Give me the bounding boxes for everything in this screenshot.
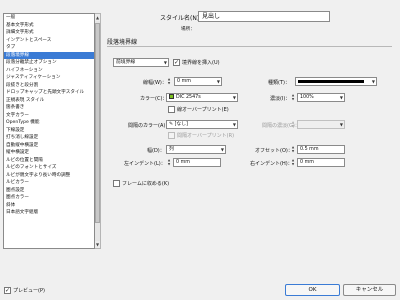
sidebar-item[interactable]: タブ: [4, 44, 94, 52]
ok-button[interactable]: OK: [285, 284, 340, 296]
gap-color-dropdown[interactable]: ✎ [なし] ▼: [166, 120, 238, 129]
offset-label: オフセット(O)：: [255, 148, 293, 154]
color-label: カラー(C)：: [140, 96, 168, 102]
sidebar-item[interactable]: ルビが親文字より長い時の調整: [4, 172, 94, 180]
sidebar-item[interactable]: 日本語文字組版: [4, 209, 94, 217]
sidebar-item[interactable]: ルビカラー: [4, 179, 94, 187]
width-value: 列: [169, 147, 174, 152]
type-dropdown[interactable]: ▼: [295, 77, 377, 86]
left-indent-label: 左インデント(L)：: [124, 161, 166, 167]
sidebar-item[interactable]: 段落分離禁止オプション: [4, 59, 94, 67]
tint-label: 濃淡(I)：: [270, 96, 291, 102]
sidebar-item[interactable]: 下線設定: [4, 127, 94, 135]
tint-value: 100%: [300, 95, 314, 100]
gap-tint-stepper-icon[interactable]: ▲ ▼: [290, 120, 296, 129]
sidebar-item[interactable]: 正規表現 スタイル: [4, 97, 94, 105]
sidebar-item[interactable]: 箇条書き: [4, 104, 94, 112]
tint-stepper-icon[interactable]: ▲ ▼: [290, 93, 296, 102]
gap-tint-dropdown[interactable]: ▼: [297, 120, 345, 129]
right-indent-value: 0 mm: [300, 160, 314, 165]
sidebar-item[interactable]: 詳細文字形式: [4, 29, 94, 37]
chevron-down-icon: ▼: [163, 60, 167, 65]
chevron-down-icon: ▼: [216, 79, 220, 84]
tint-dropdown[interactable]: 100% ▼: [297, 93, 345, 102]
color-dropdown[interactable]: DIC 2547s ▼: [166, 93, 238, 102]
weight-stepper-icon[interactable]: ▲ ▼: [166, 77, 172, 86]
cancel-button[interactable]: キャンセル: [343, 284, 396, 296]
offset-stepper-icon[interactable]: ▲ ▼: [290, 145, 296, 154]
fit-frame-label: フレームに収める(K): [122, 181, 170, 187]
right-indent-field[interactable]: 0 mm: [297, 158, 345, 167]
left-indent-field[interactable]: 0 mm: [173, 158, 221, 167]
sidebar-item[interactable]: OpenType 機能: [4, 119, 94, 127]
weight-dropdown[interactable]: 0 mm ▼: [174, 77, 222, 86]
sidebar-item[interactable]: 段落境界線: [4, 51, 94, 59]
chevron-down-icon: ▼: [339, 95, 343, 100]
sidebar-item[interactable]: ドロップキャップと先頭文字スタイル: [4, 89, 94, 97]
gap-overprint-checkbox[interactable]: [168, 132, 175, 139]
offset-value: 0.5 mm: [300, 147, 319, 152]
sidebar-item[interactable]: 一般: [4, 14, 94, 22]
width-dropdown[interactable]: 列 ▼: [166, 145, 226, 154]
category-list[interactable]: 一般 基本文字形式 詳細文字形式 インデントとスペース タブ 段落境界線 段落分離禁止オプシ…: [3, 13, 95, 249]
gap-overprint-label: 間隔オーバープリント(R): [177, 133, 235, 139]
left-indent-stepper-icon[interactable]: ▲ ▼: [166, 158, 172, 167]
chevron-down-icon: ▼: [232, 122, 236, 127]
sidebar-item[interactable]: 自動縦中横設定: [4, 142, 94, 150]
sidebar-item[interactable]: ルビのフォントとサイズ: [4, 164, 94, 172]
width-label: 幅(D)：: [147, 148, 165, 154]
sidebar-item[interactable]: 基本文字形式: [4, 22, 94, 30]
style-name-field[interactable]: 見出し: [198, 11, 330, 22]
sidebar-item[interactable]: インデントとスペース: [4, 37, 94, 45]
color-swatch: [169, 94, 174, 99]
sidebar-item[interactable]: ルビの位置と間隔: [4, 157, 94, 165]
insert-rule-checkbox[interactable]: ✓: [173, 59, 180, 66]
weight-label: 線幅(W)：: [143, 80, 167, 86]
gap-color-label: 間隔のカラー(A)：: [128, 123, 171, 129]
scroll-thumb[interactable]: [95, 23, 100, 223]
category-scrollbar[interactable]: ▲ ▼: [95, 13, 101, 249]
chevron-down-icon: ▼: [220, 147, 224, 152]
preview-label: プレビュー(P): [13, 288, 45, 294]
scroll-down-arrow-icon[interactable]: ▼: [95, 241, 100, 248]
right-indent-stepper-icon[interactable]: ▲ ▼: [290, 158, 296, 167]
section-divider: [107, 46, 392, 47]
insert-rule-label: 境界線を挿入(U): [182, 60, 220, 66]
sidebar-item[interactable]: 斜体: [4, 202, 94, 210]
chevron-down-icon: ▼: [339, 122, 343, 127]
solid-line-sample: [298, 80, 364, 83]
sidebar-item[interactable]: 圏点設定: [4, 187, 94, 195]
chevron-down-icon: ▼: [232, 95, 236, 100]
chevron-down-icon: ▼: [371, 79, 375, 84]
section-title: 段落境界線: [107, 39, 138, 46]
sidebar-item[interactable]: 文字カラー: [4, 112, 94, 120]
weight-value: 0 mm: [177, 79, 191, 84]
right-indent-label: 右インデント(H)：: [250, 161, 293, 167]
sidebar-item[interactable]: ジャスティフィケーション: [4, 74, 94, 82]
rule-position-dropdown[interactable]: 前境界線 ▼: [113, 58, 169, 67]
color-value: DIC 2547s: [176, 95, 201, 100]
sidebar-item[interactable]: 縦中横設定: [4, 149, 94, 157]
sidebar-item[interactable]: 段抜きと段分割: [4, 82, 94, 90]
sidebar-item[interactable]: ハイフネーション: [4, 67, 94, 75]
left-indent-value: 0 mm: [176, 160, 190, 165]
location-label: 場所：: [181, 27, 195, 32]
rule-position-value: 前境界線: [116, 60, 136, 65]
offset-field[interactable]: 0.5 mm: [297, 145, 345, 154]
fit-frame-checkbox[interactable]: [113, 180, 120, 187]
sidebar-item[interactable]: 圏点カラー: [4, 194, 94, 202]
preview-checkbox[interactable]: ✓: [4, 287, 11, 294]
gap-color-value: [なし]: [174, 122, 188, 127]
scroll-up-arrow-icon[interactable]: ▲: [95, 14, 100, 21]
sidebar-item[interactable]: 打ち消し線設定: [4, 134, 94, 142]
pencil-icon: ✎: [169, 122, 174, 127]
type-label: 種類(T)：: [268, 80, 290, 86]
overprint-checkbox[interactable]: [168, 106, 175, 113]
overprint-label: 線オーバープリント(E): [177, 107, 229, 113]
